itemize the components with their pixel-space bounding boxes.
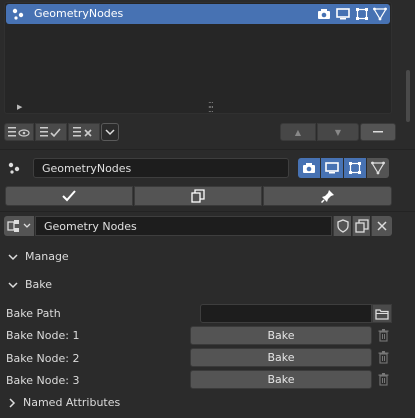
trash-icon[interactable] <box>376 370 390 389</box>
modifier-list[interactable]: GeometryNodes ▶ ⁚⁚⁚ ⁚⁚⁚ <box>4 2 392 114</box>
node-group-browse-button[interactable] <box>4 216 34 236</box>
trash-icon[interactable] <box>376 326 390 345</box>
modifier-list-item[interactable]: GeometryNodes <box>6 4 390 24</box>
remove-modifier-button[interactable] <box>360 123 396 141</box>
geometry-nodes-icon <box>11 6 27 22</box>
cage-toggle-button[interactable] <box>367 158 389 178</box>
bake-node-label: Bake Node: 3 <box>6 374 80 387</box>
new-node-group-button[interactable] <box>352 216 370 236</box>
bake-panel-header[interactable]: Bake <box>8 278 52 291</box>
move-down-button[interactable]: ▼ <box>317 123 359 141</box>
apply-check-icon <box>62 190 76 202</box>
chevron-right-icon <box>9 397 16 408</box>
chevron-down-icon <box>105 129 115 136</box>
modifier-list-item-label: GeometryNodes <box>34 7 124 20</box>
bake-button[interactable]: Bake <box>190 326 372 345</box>
named-attributes-panel-header[interactable]: Named Attributes <box>8 396 120 409</box>
list-resize-grip-icon[interactable]: ⁚⁚⁚ ⁚⁚⁚ <box>208 102 214 114</box>
duplicate-icon <box>191 189 205 203</box>
named-attributes-panel-label: Named Attributes <box>23 396 121 409</box>
bake-panel-label: Bake <box>25 278 53 291</box>
chevron-down-icon <box>23 223 31 228</box>
divider <box>0 149 415 150</box>
minus-icon <box>373 131 383 133</box>
viewport-monitor-icon <box>325 162 339 174</box>
cage-icon <box>371 161 385 175</box>
edit-mode-toggle-button[interactable] <box>344 158 366 178</box>
filter-visibility-button[interactable] <box>4 123 34 141</box>
bake-button[interactable]: Bake <box>190 370 372 389</box>
manage-panel-header[interactable]: Manage <box>8 250 69 263</box>
fake-user-button[interactable] <box>333 216 351 236</box>
viewport-toggle-button[interactable] <box>321 158 343 178</box>
geometry-nodes-icon <box>7 160 23 176</box>
duplicate-icon <box>354 219 369 233</box>
pin-button[interactable] <box>263 186 392 206</box>
bake-button[interactable]: Bake <box>190 348 372 367</box>
apply-button[interactable] <box>5 186 133 206</box>
viewport-monitor-icon[interactable] <box>335 6 351 22</box>
move-up-button[interactable]: ▲ <box>280 123 316 141</box>
bake-node-label: Bake Node: 1 <box>6 329 80 342</box>
list-expand-arrow-icon[interactable]: ▶ <box>17 103 22 111</box>
trash-icon[interactable] <box>376 348 390 367</box>
unlink-node-group-button[interactable] <box>371 216 392 236</box>
list-options-dropdown[interactable] <box>101 123 119 141</box>
manage-panel-label: Manage <box>25 250 69 263</box>
checklist-icon <box>40 127 61 138</box>
folder-icon <box>375 308 389 320</box>
remove-list-button[interactable] <box>68 123 100 141</box>
filter-enabled-button[interactable] <box>35 123 67 141</box>
triangle-down-icon: ▼ <box>334 127 342 137</box>
scrollbar[interactable] <box>406 70 410 122</box>
cage-icon[interactable] <box>372 6 388 22</box>
node-tree-icon <box>7 220 19 232</box>
chevron-down-icon <box>8 253 18 260</box>
pin-icon <box>320 190 334 203</box>
divider <box>0 211 415 212</box>
render-camera-icon[interactable] <box>316 6 332 22</box>
shield-icon <box>336 219 349 233</box>
triangle-up-icon: ▲ <box>294 127 302 137</box>
browse-folder-button[interactable] <box>372 304 392 323</box>
eye-list-icon <box>8 127 30 137</box>
bake-path-input[interactable] <box>200 304 372 323</box>
edit-mode-icon[interactable] <box>354 6 370 22</box>
bake-node-label: Bake Node: 2 <box>6 352 80 365</box>
modifier-name-field[interactable]: GeometryNodes <box>33 158 289 178</box>
render-toggle-button[interactable] <box>298 158 320 178</box>
duplicate-button[interactable] <box>134 186 262 206</box>
edit-mode-icon <box>349 162 361 174</box>
node-group-name-field[interactable]: Geometry Nodes <box>35 216 332 236</box>
render-camera-icon <box>303 163 315 173</box>
chevron-down-icon <box>8 281 18 288</box>
close-icon <box>377 221 387 231</box>
x-list-icon <box>73 127 92 137</box>
bake-path-label: Bake Path <box>6 307 61 320</box>
